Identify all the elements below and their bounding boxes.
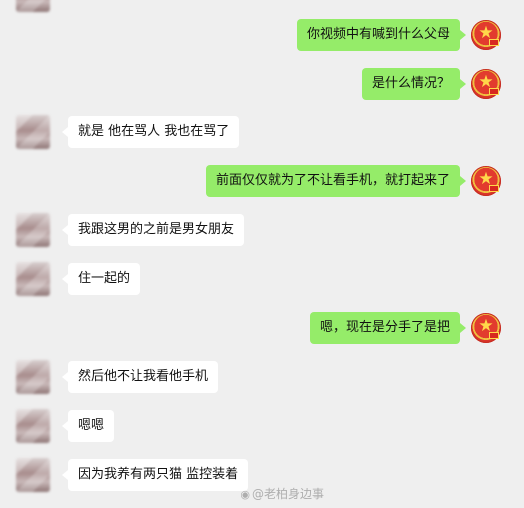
message-bubble-incoming[interactable]: 嗯嗯 — [61, 410, 115, 442]
message-bubble-outgoing[interactable]: 你视频中有喊到什么父母 — [296, 19, 467, 51]
contact-avatar[interactable] — [16, 360, 50, 394]
message-bubble-outgoing[interactable]: 是什么情况？ — [361, 68, 467, 100]
message-bubble-incoming[interactable]: 就是 他在骂人 我也在骂了 — [61, 116, 240, 148]
contact-avatar[interactable] — [16, 409, 50, 443]
contact-avatar[interactable] — [16, 262, 50, 296]
weibo-watermark: ◉ @老柏身边事 — [240, 485, 324, 502]
flag-icon — [489, 185, 499, 192]
message-bubble-incoming[interactable]: 我跟这男的之前是男女朋友 — [61, 214, 245, 246]
message-bubble-outgoing[interactable]: 前面仅仅就为了不让看手机，就打起来了 — [205, 165, 467, 197]
flag-icon — [489, 332, 499, 339]
contact-avatar[interactable] — [16, 213, 50, 247]
weibo-logo-icon: ◉ — [240, 488, 250, 501]
flag-icon — [489, 88, 499, 95]
self-avatar[interactable]: ★ — [471, 20, 501, 50]
contact-avatar[interactable] — [16, 115, 50, 149]
message-bubble-incoming[interactable]: 然后他不让我看他手机 — [61, 361, 219, 393]
self-avatar[interactable]: ★ — [471, 69, 501, 99]
message-bubble-incoming[interactable]: 因为我养有两只猫 监控装着 — [61, 459, 249, 491]
contact-avatar[interactable] — [16, 458, 50, 492]
message-bubble-outgoing[interactable]: 嗯，现在是分手了是把 — [309, 312, 467, 344]
contact-avatar[interactable] — [16, 0, 50, 12]
flag-icon — [489, 39, 499, 46]
message-bubble-incoming[interactable]: 住一起的 — [61, 263, 141, 295]
watermark-text: @老柏身边事 — [251, 487, 324, 501]
self-avatar[interactable]: ★ — [471, 166, 501, 196]
self-avatar[interactable]: ★ — [471, 313, 501, 343]
